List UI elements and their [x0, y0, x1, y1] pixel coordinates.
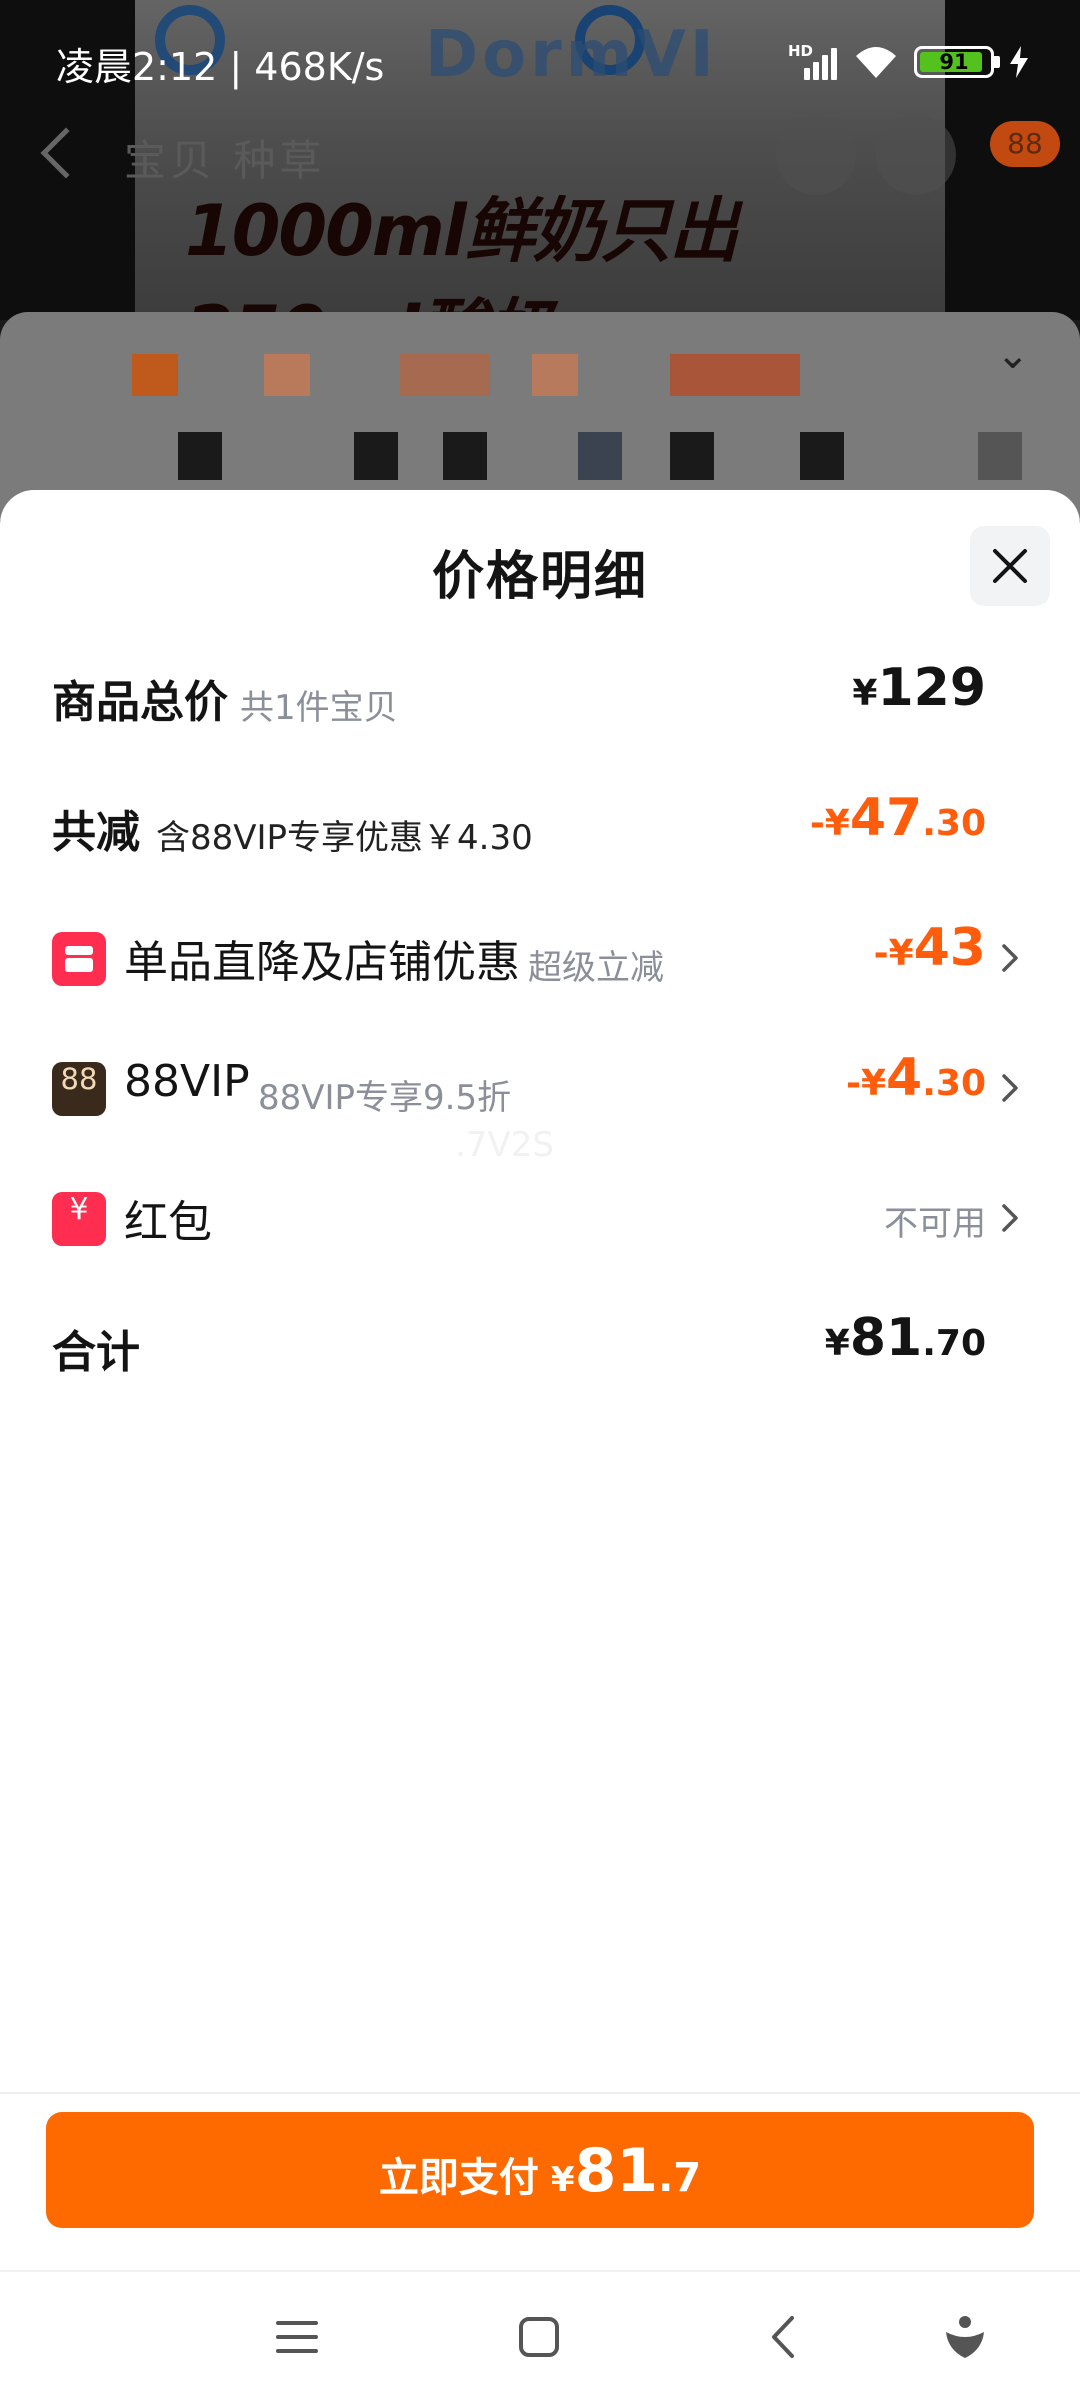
vip-88-icon: 88 [52, 1062, 106, 1116]
wifi-icon [856, 47, 896, 78]
price-decimal: .30 [922, 803, 986, 844]
system-nav-bar [0, 2270, 1080, 2400]
assistant-button[interactable] [930, 2302, 1000, 2372]
row-sub-label: 88VIP专享9.5折 [258, 1078, 512, 1118]
color-swatch [532, 354, 578, 396]
discount-prefix: -¥ [809, 803, 850, 844]
price-decimal: .30 [922, 1063, 986, 1104]
pay-amount-decimal: .7 [658, 2155, 702, 2201]
vip-discount-row[interactable]: 88 88VIP 88VIP专享9.5折 -¥ 4 .30 [0, 1048, 1080, 1128]
red-packet-row[interactable]: ¥ 红包 不可用 [0, 1178, 1080, 1258]
vip-discount-value: -¥ 4 .30 [846, 1048, 986, 1128]
chevron-right-icon [1002, 1074, 1018, 1102]
back-arrow-icon [40, 127, 92, 179]
total-goods-price-row: 商品总价 共1件宝贝 ¥ 129 [0, 658, 1080, 738]
price-decimal: .70 [922, 1323, 986, 1364]
price-integer: 129 [877, 658, 986, 718]
footer-divider [0, 2092, 1080, 2094]
vip-icon-text: 88 [60, 1062, 98, 1096]
background-tag-row [48, 432, 1048, 482]
color-swatch [670, 354, 800, 396]
share-icon [776, 115, 856, 195]
back-icon [772, 2316, 794, 2358]
row-label: 共减 [52, 807, 140, 858]
discount-prefix: -¥ [846, 1063, 887, 1104]
chevron-right-icon [1002, 1204, 1018, 1232]
row-label: 88VIP [124, 1056, 250, 1107]
price-integer: 47 [849, 788, 923, 848]
color-swatch [400, 354, 490, 396]
cart-icon [876, 115, 956, 195]
price-integer: 4 [886, 1048, 923, 1108]
background-sku-sheet: ⌄ [0, 312, 1080, 520]
row-label: 商品总价 [52, 677, 228, 728]
sheet-title: 价格明细 [431, 547, 648, 607]
status-icons: HD 91 [788, 42, 1030, 82]
status-time: 凌晨2:12 | 468K/s [56, 45, 385, 89]
row-label: 红包 [124, 1197, 212, 1248]
close-icon [993, 549, 1027, 583]
row-sub-label: 共1件宝贝 [240, 688, 398, 728]
row-label: 合计 [52, 1327, 140, 1378]
grand-total-row: 合计 ¥ 81 .70 [0, 1308, 1080, 1388]
price-integer: 43 [913, 918, 986, 978]
pay-now-button[interactable]: 立即支付 ¥ 81 .7 [46, 2112, 1034, 2228]
background-nav-bar: 宝贝 种草 88 [0, 115, 1080, 195]
color-swatch [132, 354, 178, 396]
pay-amount-integer: 81 [574, 2136, 659, 2206]
charging-icon [1010, 46, 1028, 78]
total-discount-value: -¥ 47 .30 [810, 788, 986, 868]
chevron-down-icon: ⌄ [996, 332, 1030, 378]
assistant-icon [946, 2316, 984, 2358]
red-packet-status: 不可用 [884, 1204, 986, 1244]
currency-symbol: ¥ [824, 1323, 850, 1364]
menu-icon [276, 2321, 318, 2353]
background-tabs: 宝贝 种草 [124, 136, 326, 185]
total-discount-row: 共减 含88VIP专享优惠￥4.30 -¥ 47 .30 [0, 788, 1080, 868]
signal-icon: HD [788, 42, 838, 80]
chevron-right-icon [1002, 944, 1018, 972]
menu-button[interactable] [262, 2302, 332, 2372]
row-sub-label: 超级立减 [528, 948, 664, 988]
cart-badge: 88 [990, 121, 1060, 167]
row-sub-label: 含88VIP专享优惠￥4.30 [156, 818, 533, 858]
shop-icon [52, 932, 106, 986]
color-swatch [264, 354, 310, 396]
close-button[interactable] [970, 526, 1050, 606]
row-label: 单品直降及店铺优惠 [124, 937, 520, 988]
total-goods-price: ¥ 129 [852, 658, 986, 738]
red-packet-icon: ¥ [52, 1192, 106, 1246]
home-icon [519, 2317, 559, 2357]
battery-level: 91 [939, 50, 969, 74]
grand-total-value: ¥ 81 .70 [825, 1308, 986, 1388]
price-integer: 81 [849, 1308, 923, 1368]
pay-label: 立即支付 [378, 2155, 539, 2201]
shop-discount-value: -¥ 43 [874, 918, 986, 998]
currency-symbol: ¥ [852, 673, 878, 714]
discount-prefix: -¥ [873, 933, 914, 974]
home-button[interactable] [504, 2302, 574, 2372]
watermark-text: .7V2S [455, 1125, 554, 1165]
back-button[interactable] [750, 2302, 820, 2372]
network-label: HD [788, 42, 814, 60]
red-packet-icon-text: ¥ [69, 1192, 89, 1227]
shop-discount-row[interactable]: 单品直降及店铺优惠 超级立减 -¥ 43 [0, 918, 1080, 998]
battery-icon: 91 [914, 46, 1000, 78]
status-bar: 凌晨2:12 | 468K/s HD 91 [0, 0, 1080, 115]
currency-symbol: ¥ [550, 2160, 575, 2200]
